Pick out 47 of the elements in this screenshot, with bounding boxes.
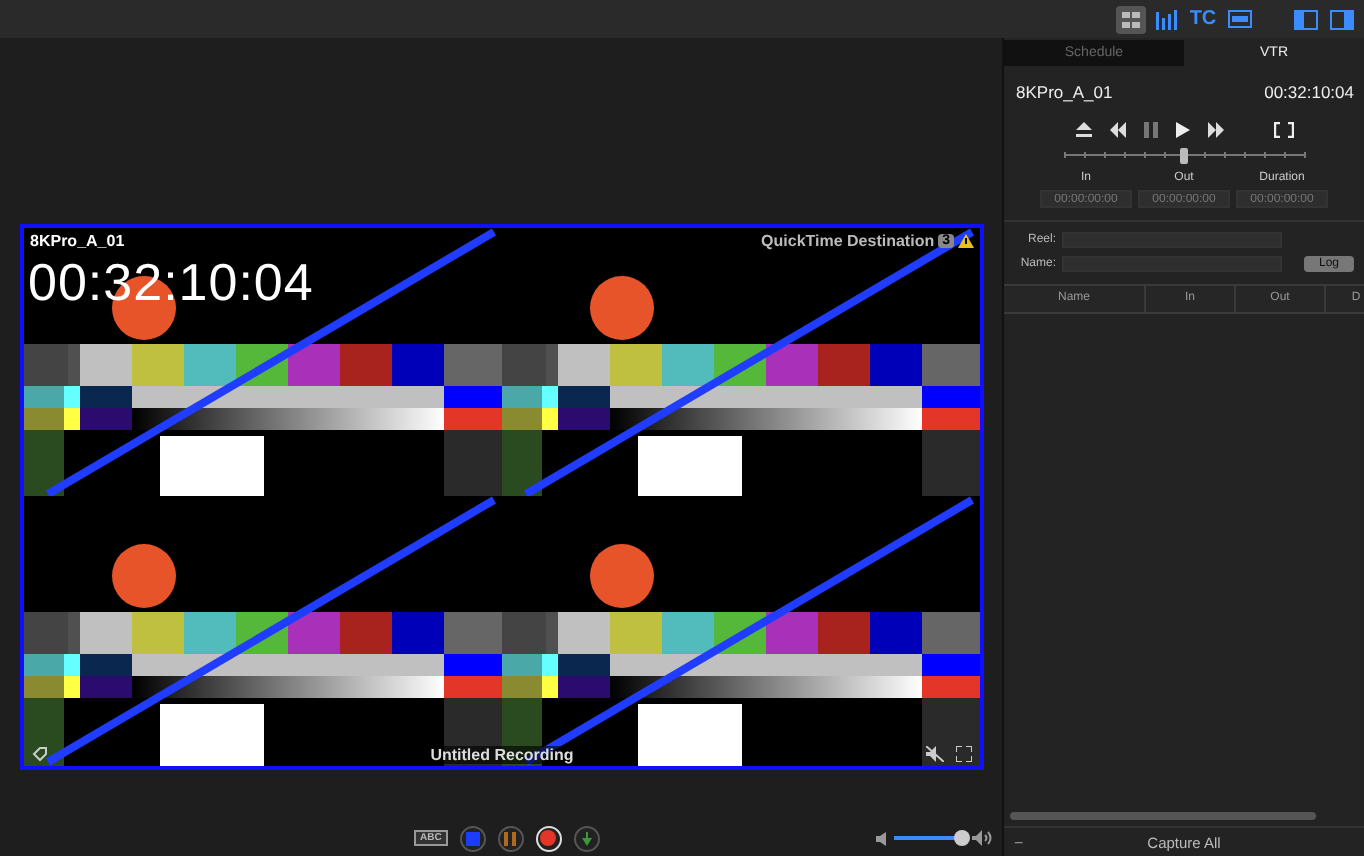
panel-right-icon	[1329, 9, 1353, 29]
in-out-button[interactable]	[1273, 121, 1293, 137]
rewind-icon	[1109, 121, 1125, 137]
meters-icon	[1156, 9, 1178, 29]
stop-icon	[465, 831, 480, 845]
jog-thumb[interactable]	[1180, 148, 1188, 164]
jog-slider[interactable]	[1064, 148, 1304, 162]
speaker-loud-icon	[972, 830, 992, 846]
marker-button[interactable]	[573, 825, 600, 851]
display-icon	[1227, 10, 1251, 28]
left-panel-button[interactable]	[1290, 5, 1320, 33]
brackets-icon	[1273, 121, 1293, 137]
speaker-muted-icon	[926, 746, 944, 762]
fast-forward-button[interactable]	[1207, 121, 1223, 137]
pause-icon	[1143, 121, 1157, 137]
eject-icon	[1075, 121, 1091, 137]
eject-button[interactable]	[1075, 121, 1091, 137]
stop-button[interactable]	[459, 825, 486, 851]
pause-icon	[504, 831, 517, 845]
remove-button[interactable]: −	[1014, 833, 1024, 851]
recording-title: Untitled Recording	[426, 746, 578, 764]
fast-forward-icon	[1207, 121, 1223, 137]
pause-button[interactable]	[1143, 121, 1157, 137]
right-panel-button[interactable]	[1326, 5, 1356, 33]
record-button[interactable]	[535, 825, 562, 851]
volume-thumb[interactable]	[954, 830, 971, 846]
scrollbar[interactable]	[1010, 812, 1316, 820]
timecode-toggle-button[interactable]: TC	[1188, 5, 1218, 33]
meters-button[interactable]	[1152, 5, 1182, 33]
grid-icon	[1122, 11, 1140, 27]
pause-button[interactable]	[497, 825, 524, 851]
warning-icon	[958, 234, 974, 248]
speaker-quiet-icon	[876, 831, 888, 845]
tag-icon	[32, 746, 48, 762]
rewind-button[interactable]	[1109, 121, 1125, 137]
clip-timecode: 00:32:10:04	[1264, 82, 1354, 102]
play-button[interactable]	[1175, 121, 1189, 137]
source-name: 8KPro_A_01	[30, 232, 125, 250]
panel-left-icon	[1293, 9, 1317, 29]
display-button[interactable]	[1224, 5, 1254, 33]
grid-button[interactable]	[1116, 5, 1146, 33]
fullscreen-icon	[956, 746, 972, 762]
timecode-display: 00:32:10:04	[28, 252, 314, 314]
record-icon	[540, 830, 557, 846]
play-icon	[1175, 121, 1189, 137]
clip-name: 8KPro_A_01	[1016, 82, 1113, 102]
destination-label: QuickTime Destination	[761, 232, 935, 250]
